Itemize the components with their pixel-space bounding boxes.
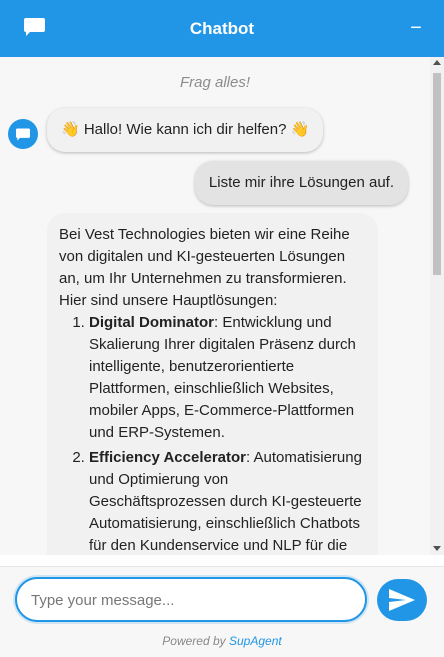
list-item: Efficiency Accelerator: Automatisierung …: [89, 447, 365, 555]
user-message: Liste mir ihre Lösungen auf.: [194, 161, 408, 205]
send-icon: [389, 589, 415, 611]
list-item: Digital Dominator: Entwicklung und Skali…: [89, 312, 365, 444]
chat-bubble-icon: [24, 18, 45, 36]
message-text: Liste mir ihre Lösungen auf.: [208, 174, 394, 191]
message-text: 👋 Hallo! Wie kann ich dir helfen? 👋: [61, 121, 310, 138]
bot-avatar: [8, 119, 38, 149]
composer-footer: Powered by SupAgent: [0, 566, 444, 657]
scroll-down-arrow-icon[interactable]: [433, 546, 441, 551]
powered-by: Powered by SupAgent: [0, 634, 444, 648]
bot-message-greeting: 👋 Hallo! Wie kann ich dir helfen? 👋: [47, 108, 324, 152]
solution-text: : Entwicklung und Skalierung Ihrer digit…: [89, 314, 356, 441]
minimize-button[interactable]: −: [408, 18, 424, 38]
scrollbar-thumb[interactable]: [433, 73, 441, 275]
chat-hint: Frag alles!: [179, 74, 251, 91]
solution-name: Digital Dominator: [89, 314, 215, 331]
solution-name: Efficiency Accelerator: [89, 449, 247, 466]
send-button[interactable]: [377, 579, 427, 621]
message-input-wrapper: [15, 577, 367, 622]
bot-message-answer: Bei Vest Technologies bieten wir eine Re…: [47, 213, 378, 555]
scrollbar[interactable]: [430, 57, 444, 555]
message-input[interactable]: [29, 579, 353, 622]
chat-header: Chatbot −: [0, 0, 444, 57]
answer-intro: Bei Vest Technologies bieten wir eine Re…: [59, 226, 350, 309]
chat-title: Chatbot: [189, 18, 255, 38]
scroll-up-arrow-icon[interactable]: [433, 60, 441, 65]
powered-by-prefix: Powered by: [162, 634, 229, 648]
solutions-list: Digital Dominator: Entwicklung und Skali…: [59, 312, 365, 555]
message-list[interactable]: Frag alles! 👋 Hallo! Wie kann ich dir he…: [0, 57, 430, 555]
chat-bubble-icon: [16, 128, 30, 140]
brand-link[interactable]: SupAgent: [229, 634, 282, 648]
